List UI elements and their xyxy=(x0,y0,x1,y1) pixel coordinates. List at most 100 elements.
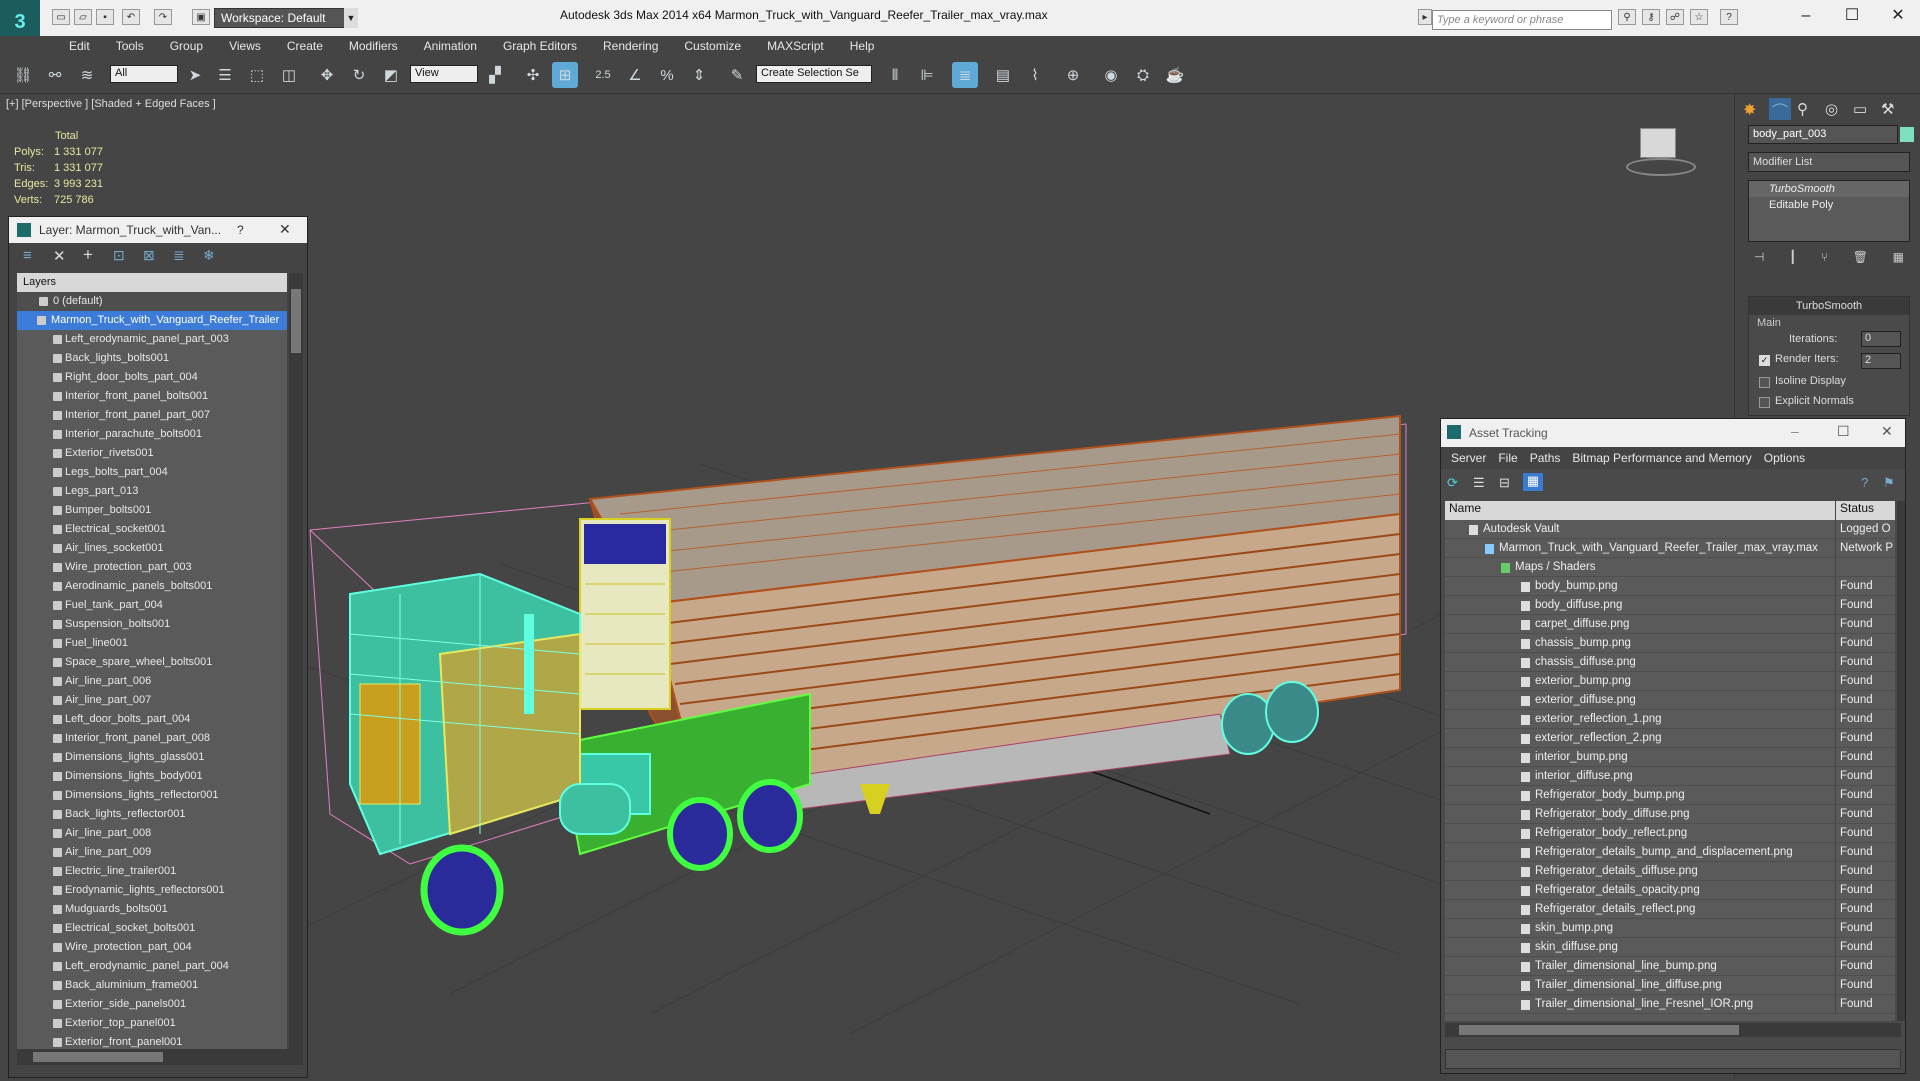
asset-row-map[interactable]: chassis_bump.png Found xyxy=(1445,634,1895,653)
table-view-icon[interactable]: ▦ xyxy=(1523,473,1543,491)
asset-row-group[interactable]: Maps / Shaders xyxy=(1445,558,1895,577)
window-crossing-icon[interactable]: ◫ xyxy=(276,62,302,88)
menu-edit[interactable]: Edit xyxy=(56,36,103,56)
minimize-button[interactable]: – xyxy=(1786,4,1826,28)
minimize-button[interactable]: – xyxy=(1791,423,1799,439)
asset-row-map[interactable]: Refrigerator_body_reflect.png Found xyxy=(1445,824,1895,843)
layer-row[interactable]: Dimensions_lights_glass001 xyxy=(17,748,287,767)
asset-row-map[interactable]: chassis_diffuse.png Found xyxy=(1445,653,1895,672)
favorites-star-icon[interactable]: ☆ xyxy=(1690,9,1708,25)
percent-snap-icon[interactable]: % xyxy=(654,62,680,88)
layer-row[interactable]: Air_line_part_008 xyxy=(17,824,287,843)
menu-rendering[interactable]: Rendering xyxy=(590,36,671,56)
menu-customize[interactable]: Customize xyxy=(671,36,754,56)
asset-row-map[interactable]: Refrigerator_body_bump.png Found xyxy=(1445,786,1895,805)
select-object-icon[interactable]: ➤ xyxy=(182,62,208,88)
unlink-icon[interactable]: ⚯ xyxy=(42,62,68,88)
layer-row[interactable]: Fuel_line001 xyxy=(17,634,287,653)
layer-row[interactable]: Left_erodynamic_panel_part_004 xyxy=(17,957,287,976)
layer-row[interactable]: Interior_front_panel_part_007 xyxy=(17,406,287,425)
motion-tab-icon[interactable]: ◎ xyxy=(1825,100,1838,118)
open-file-icon[interactable]: ▱ xyxy=(74,9,92,25)
asset-menu-file[interactable]: File xyxy=(1492,447,1523,469)
rotate-icon[interactable]: ↻ xyxy=(346,62,372,88)
binoculars-icon[interactable]: ⚲ xyxy=(1618,9,1636,25)
menu-help[interactable]: Help xyxy=(837,36,888,56)
explicit-normals-checkbox[interactable] xyxy=(1759,397,1770,408)
help-icon[interactable]: ? xyxy=(1720,9,1738,25)
maximize-button[interactable]: ☐ xyxy=(1837,423,1850,440)
named-selection-set-dropdown[interactable]: Create Selection Se xyxy=(756,65,872,83)
layer-row[interactable]: Exterior_front_panel001 xyxy=(17,1033,287,1049)
isoline-checkbox[interactable] xyxy=(1759,377,1770,388)
help-icon[interactable]: ? xyxy=(237,223,244,237)
redo-icon[interactable]: ↷ xyxy=(154,9,172,25)
asset-row-map[interactable]: carpet_diffuse.png Found xyxy=(1445,615,1895,634)
bind-spacewarp-icon[interactable]: ≋ xyxy=(74,62,100,88)
reference-coordinate-dropdown[interactable]: View xyxy=(410,65,478,83)
menu-create[interactable]: Create xyxy=(274,36,336,56)
workspace-dropdown[interactable]: Workspace: Default xyxy=(214,8,358,28)
object-name-field[interactable]: body_part_003 xyxy=(1748,125,1898,144)
render-setup-icon[interactable]: ⛭ xyxy=(1130,62,1156,88)
key-icon[interactable]: ⚷ xyxy=(1642,9,1660,25)
scrollbar-thumb[interactable] xyxy=(291,289,301,353)
asset-menu-options[interactable]: Options xyxy=(1758,447,1811,469)
render-icon[interactable]: ☕ xyxy=(1162,62,1188,88)
asset-menu-bitmap[interactable]: Bitmap Performance and Memory xyxy=(1566,447,1757,469)
layer-row[interactable]: Suspension_bolts001 xyxy=(17,615,287,634)
menu-animation[interactable]: Animation xyxy=(411,36,490,56)
layer-row[interactable]: Exterior_side_panels001 xyxy=(17,995,287,1014)
layer-row[interactable]: Wire_protection_part_004 xyxy=(17,938,287,957)
layer-row[interactable]: Erodynamic_lights_reflectors001 xyxy=(17,881,287,900)
layer-row[interactable]: Exterior_top_panel001 xyxy=(17,1014,287,1033)
asset-menu-paths[interactable]: Paths xyxy=(1524,447,1567,469)
asset-row-map[interactable]: Refrigerator_details_bump_and_displaceme… xyxy=(1445,843,1895,862)
keyboard-shortcut-override-icon[interactable]: ⊞ xyxy=(552,62,578,88)
layer-row[interactable]: Aerodinamic_panels_bolts001 xyxy=(17,577,287,596)
layer-row[interactable]: Back_lights_reflector001 xyxy=(17,805,287,824)
asset-menu-server[interactable]: Server xyxy=(1445,447,1492,469)
spinner-snap-icon[interactable]: ⇕ xyxy=(686,62,712,88)
create-tab-icon[interactable]: ✸ xyxy=(1743,100,1756,120)
layer-row[interactable]: Right_door_bolts_part_004 xyxy=(17,368,287,387)
select-by-name-icon[interactable]: ☰ xyxy=(212,62,238,88)
layer-row[interactable]: Interior_front_panel_bolts001 xyxy=(17,387,287,406)
asset-row-map[interactable]: skin_diffuse.png Found xyxy=(1445,938,1895,957)
asset-row-map[interactable]: interior_bump.png Found xyxy=(1445,748,1895,767)
layer-row[interactable]: Left_door_bolts_part_004 xyxy=(17,710,287,729)
iterations-spinner[interactable]: 0 xyxy=(1861,331,1901,347)
modify-tab-icon[interactable]: ⌒ xyxy=(1769,98,1791,121)
scrollbar-thumb[interactable] xyxy=(1459,1025,1739,1035)
layer-row[interactable]: Fuel_tank_part_004 xyxy=(17,596,287,615)
new-file-icon[interactable]: ▭ xyxy=(52,9,70,25)
graphite-ribbon-icon[interactable]: ▤ xyxy=(990,62,1016,88)
asset-row-map[interactable]: Refrigerator_details_reflect.png Found xyxy=(1445,900,1895,919)
snaps-toggle-icon[interactable]: 2.5 xyxy=(590,62,616,88)
highlight-layer-icon[interactable]: ⊠ xyxy=(143,247,155,264)
layer-row[interactable]: Mudguards_bolts001 xyxy=(17,900,287,919)
menu-modifiers[interactable]: Modifiers xyxy=(336,36,411,56)
col-status[interactable]: Status xyxy=(1835,501,1895,520)
remove-modifier-icon[interactable]: 🗑 xyxy=(1853,250,1868,268)
layer-row[interactable]: Dimensions_lights_body001 xyxy=(17,767,287,786)
new-layer-icon[interactable]: ≡ xyxy=(23,247,32,264)
layer-row[interactable]: Left_erodynamic_panel_part_003 xyxy=(17,330,287,349)
list-view-icon[interactable]: ☰ xyxy=(1473,475,1485,491)
render-iters-checkbox[interactable]: ✓ xyxy=(1759,355,1770,366)
layer-manager-icon[interactable]: ≣ xyxy=(952,62,978,88)
layer-row[interactable]: Electrical_socket001 xyxy=(17,520,287,539)
asset-row-map[interactable]: interior_diffuse.png Found xyxy=(1445,767,1895,786)
horizontal-scrollbar[interactable] xyxy=(17,1049,303,1065)
freeze-all-layers-icon[interactable]: ❄ xyxy=(203,247,215,264)
utilities-tab-icon[interactable]: ⚒ xyxy=(1881,100,1894,118)
layer-row[interactable]: Exterior_rivets001 xyxy=(17,444,287,463)
asset-horizontal-scrollbar[interactable] xyxy=(1445,1023,1901,1037)
layer-row[interactable]: Interior_parachute_bolts001 xyxy=(17,425,287,444)
schematic-view-icon[interactable]: ⊕ xyxy=(1060,62,1086,88)
project-folder-icon[interactable]: ▣ xyxy=(192,9,210,25)
layers-header[interactable]: Layers xyxy=(17,273,287,292)
viewcube-icon[interactable] xyxy=(1640,128,1676,158)
make-unique-icon[interactable]: ⑂ xyxy=(1821,250,1828,268)
render-iters-spinner[interactable]: 2 xyxy=(1861,353,1901,369)
